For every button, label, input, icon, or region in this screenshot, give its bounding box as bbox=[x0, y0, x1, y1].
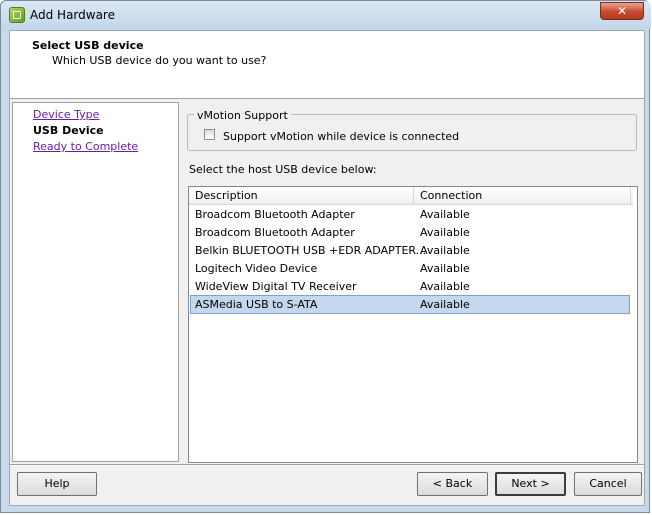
column-divider[interactable] bbox=[630, 187, 631, 204]
row-connection: Available bbox=[420, 298, 470, 311]
column-description[interactable]: Description bbox=[195, 189, 258, 202]
usb-device-list[interactable]: Description Connection Broadcom Bluetoot… bbox=[188, 186, 638, 463]
column-connection[interactable]: Connection bbox=[420, 189, 482, 202]
row-connection: Available bbox=[420, 262, 470, 275]
list-header: Description Connection bbox=[189, 187, 633, 205]
row-description: Logitech Video Device bbox=[195, 262, 318, 275]
step-device-type[interactable]: Device Type bbox=[33, 108, 99, 121]
row-connection: Available bbox=[420, 226, 470, 239]
table-row[interactable]: Broadcom Bluetooth Adapter Available bbox=[190, 206, 630, 223]
add-hardware-window: Add Hardware ✕ Select USB device Which U… bbox=[0, 0, 651, 513]
column-divider[interactable] bbox=[413, 187, 414, 204]
step-ready-to-complete[interactable]: Ready to Complete bbox=[33, 140, 138, 153]
row-connection: Available bbox=[420, 280, 470, 293]
close-icon: ✕ bbox=[616, 4, 628, 18]
page-subtitle: Which USB device do you want to use? bbox=[52, 54, 267, 67]
row-description: Broadcom Bluetooth Adapter bbox=[195, 208, 355, 221]
close-button[interactable]: ✕ bbox=[600, 2, 644, 20]
usb-device-prompt: Select the host USB device below: bbox=[189, 163, 377, 176]
table-row[interactable]: Broadcom Bluetooth Adapter Available bbox=[190, 224, 630, 241]
page-title: Select USB device bbox=[32, 39, 144, 52]
vmotion-checkbox[interactable] bbox=[204, 129, 215, 140]
window-title: Add Hardware bbox=[30, 8, 115, 22]
table-row-selected[interactable]: ASMedia USB to S-ATA Available bbox=[190, 295, 630, 314]
wizard-header: Select USB device Which USB device do yo… bbox=[10, 31, 644, 99]
row-description: ASMedia USB to S-ATA bbox=[195, 298, 318, 311]
next-button[interactable]: Next > bbox=[495, 472, 566, 496]
vmotion-group-label: vMotion Support bbox=[194, 109, 291, 122]
table-row[interactable]: WideView Digital TV Receiver Available bbox=[190, 278, 630, 295]
wizard-body: Select USB device Which USB device do yo… bbox=[9, 30, 645, 506]
footer-divider-highlight bbox=[10, 465, 644, 466]
table-row[interactable]: Logitech Video Device Available bbox=[190, 260, 630, 277]
help-button[interactable]: Help bbox=[17, 472, 97, 496]
row-description: WideView Digital TV Receiver bbox=[195, 280, 357, 293]
back-button[interactable]: < Back bbox=[417, 472, 488, 496]
table-row[interactable]: Belkin BLUETOOTH USB +EDR ADAPTER... Ava… bbox=[190, 242, 630, 259]
row-description: Broadcom Bluetooth Adapter bbox=[195, 226, 355, 239]
cancel-button[interactable]: Cancel bbox=[574, 472, 642, 496]
title-bar[interactable]: Add Hardware ✕ bbox=[1, 1, 651, 29]
wizard-steps: Device Type USB Device Ready to Complete bbox=[12, 102, 179, 462]
row-description: Belkin BLUETOOTH USB +EDR ADAPTER... bbox=[195, 244, 427, 257]
vmotion-checkbox-label[interactable]: Support vMotion while device is connecte… bbox=[223, 130, 459, 143]
row-connection: Available bbox=[420, 244, 470, 257]
row-connection: Available bbox=[420, 208, 470, 221]
vsphere-icon bbox=[9, 7, 25, 23]
step-usb-device: USB Device bbox=[33, 124, 104, 137]
